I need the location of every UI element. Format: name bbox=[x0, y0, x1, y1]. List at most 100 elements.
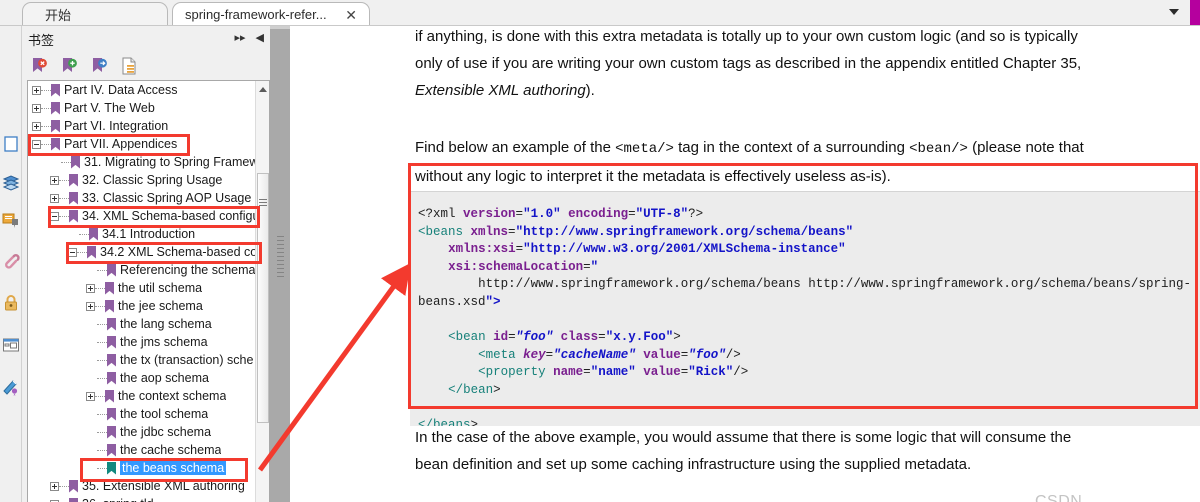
tree-connector bbox=[59, 197, 69, 199]
comment-icon[interactable] bbox=[2, 212, 20, 230]
expand-node-icon[interactable] bbox=[32, 103, 41, 113]
expand-node-icon[interactable] bbox=[50, 175, 59, 185]
close-icon[interactable]: ✕ bbox=[345, 8, 357, 22]
paragraph-bottom-line-2: bean definition and set up some caching … bbox=[415, 456, 972, 473]
expand-node-icon[interactable] bbox=[50, 481, 59, 491]
bookmark-item[interactable]: the aop schema bbox=[28, 369, 256, 387]
paragraph-top-line-3: Extensible XML authoring). bbox=[415, 77, 1200, 104]
bookmark-item[interactable]: the tx (transaction) sche bbox=[28, 351, 256, 369]
tree-connector bbox=[41, 89, 51, 91]
expand-node-icon[interactable] bbox=[32, 85, 41, 95]
paragraph-top-line-1: if anything, is done with this extra met… bbox=[415, 28, 1078, 45]
bookmark-item[interactable]: 33. Classic Spring AOP Usage bbox=[28, 189, 256, 207]
bookmark-item[interactable]: the tool schema bbox=[28, 405, 256, 423]
expand-node-icon[interactable] bbox=[86, 301, 95, 311]
bookmark-item[interactable]: 34.1 Introduction bbox=[28, 225, 256, 243]
bookmark-icon bbox=[51, 83, 60, 97]
bookmark-label: 34.1 Introduction bbox=[102, 227, 196, 241]
bookmark-label: the util schema bbox=[118, 281, 203, 295]
collapse-node-icon[interactable] bbox=[50, 211, 59, 221]
paragraph-top-italic: Extensible XML authoring bbox=[415, 82, 586, 99]
tree-connector bbox=[97, 359, 107, 361]
bookmark-item[interactable]: 31. Migrating to Spring Framew bbox=[28, 153, 256, 171]
delete-bookmark-icon[interactable] bbox=[30, 57, 48, 75]
bookmark-icon bbox=[107, 425, 116, 439]
expand-node-icon[interactable] bbox=[32, 121, 41, 131]
collapse-node-icon[interactable] bbox=[68, 247, 77, 257]
tree-connector bbox=[61, 161, 71, 163]
bookmark-icon bbox=[69, 497, 78, 502]
bookmark-icon bbox=[107, 317, 116, 331]
bookmarks-tree-scrollbar[interactable] bbox=[255, 81, 269, 502]
goto-bookmark-icon[interactable] bbox=[90, 57, 108, 75]
bookmark-item[interactable]: 34.2 XML Schema-based co bbox=[28, 243, 256, 261]
bookmark-label: Part VI. Integration bbox=[64, 119, 169, 133]
pm-code-bean: <bean/> bbox=[909, 141, 968, 157]
bookmark-item[interactable]: the cache schema bbox=[28, 441, 256, 459]
expand-node-icon[interactable] bbox=[86, 283, 95, 293]
bookmark-item[interactable]: Part VII. Appendices bbox=[28, 135, 256, 153]
panel-divider-scrollbar[interactable] bbox=[270, 26, 290, 502]
bookmark-properties-icon[interactable] bbox=[120, 57, 138, 75]
bookmark-icon bbox=[107, 353, 116, 367]
bookmark-item[interactable]: 32. Classic Spring Usage bbox=[28, 171, 256, 189]
bookmark-item[interactable]: the context schema bbox=[28, 387, 256, 405]
tree-connector bbox=[79, 233, 89, 235]
bookmark-item[interactable]: 36. spring.tld bbox=[28, 495, 256, 502]
expand-node-icon[interactable] bbox=[86, 391, 95, 401]
scroll-up-button[interactable] bbox=[256, 81, 269, 97]
expand-all-icon[interactable]: ▸▸ bbox=[234, 31, 245, 44]
paragraph-bottom: In the case of the above example, you wo… bbox=[415, 424, 1200, 478]
bookmark-label: Part V. The Web bbox=[64, 101, 155, 115]
chevron-down-icon[interactable] bbox=[1166, 4, 1182, 20]
bookmark-item[interactable]: Referencing the schemas bbox=[28, 261, 256, 279]
page-thumbnail-icon[interactable] bbox=[2, 136, 20, 154]
bookmark-item[interactable]: 35. Extensible XML authoring bbox=[28, 477, 256, 495]
bookmark-icon bbox=[107, 461, 116, 475]
splitter-grip-icon[interactable] bbox=[277, 236, 284, 280]
scrollbar-grip-icon bbox=[259, 199, 267, 206]
bookmark-item[interactable]: the jee schema bbox=[28, 297, 256, 315]
bookmarks-panel-header: 书签 ▸▸ ◀ bbox=[22, 26, 270, 52]
add-bookmark-icon[interactable] bbox=[60, 57, 78, 75]
lock-icon[interactable] bbox=[2, 294, 20, 312]
layers-icon[interactable] bbox=[2, 174, 20, 192]
paragraph-top: if anything, is done with this extra met… bbox=[415, 26, 1200, 104]
bookmark-icon bbox=[69, 209, 78, 223]
scrollbar-thumb[interactable] bbox=[257, 173, 269, 423]
bookmark-label: the jms schema bbox=[120, 335, 208, 349]
form-fields-icon[interactable] bbox=[2, 336, 20, 354]
bookmark-label: Referencing the schemas bbox=[120, 263, 256, 277]
bookmark-item[interactable]: the jms schema bbox=[28, 333, 256, 351]
bookmark-icon bbox=[107, 407, 116, 421]
tab-spring-framework-reference[interactable]: spring-framework-refer... ✕ bbox=[172, 2, 370, 26]
expand-node-icon[interactable] bbox=[50, 193, 59, 203]
tab-start[interactable]: 开始 bbox=[22, 2, 168, 26]
bookmark-item[interactable]: Part V. The Web bbox=[28, 99, 256, 117]
bookmarks-toolbar bbox=[22, 52, 270, 80]
tree-connector bbox=[77, 251, 87, 253]
xml-code-block: <?xml version="1.0" encoding="UTF-8"?> <… bbox=[410, 191, 1200, 426]
signature-icon[interactable] bbox=[2, 378, 20, 396]
bookmark-item[interactable]: the lang schema bbox=[28, 315, 256, 333]
collapse-panel-icon[interactable]: ◀ bbox=[256, 31, 264, 44]
bookmark-item[interactable]: the jdbc schema bbox=[28, 423, 256, 441]
attachment-icon[interactable] bbox=[2, 252, 20, 270]
bookmark-item[interactable]: the beans schema bbox=[28, 459, 256, 477]
pm-code-meta: <meta/> bbox=[615, 141, 674, 157]
tree-connector bbox=[97, 467, 107, 469]
bookmark-item[interactable]: Part VI. Integration bbox=[28, 117, 256, 135]
bookmark-item[interactable]: 34. XML Schema-based configu bbox=[28, 207, 256, 225]
bookmark-icon bbox=[107, 335, 116, 349]
tree-connector bbox=[97, 449, 107, 451]
document-page: if anything, is done with this extra met… bbox=[290, 26, 1200, 502]
tree-connector bbox=[95, 305, 105, 307]
bookmark-icon bbox=[51, 137, 60, 151]
bookmark-label: the aop schema bbox=[120, 371, 209, 385]
bookmarks-tree[interactable]: Part IV. Data Access Part V. The Web Part … bbox=[28, 81, 256, 502]
bookmark-item[interactable]: the util schema bbox=[28, 279, 256, 297]
bookmark-label: 36. spring.tld bbox=[82, 497, 154, 502]
collapse-node-icon[interactable] bbox=[32, 139, 41, 149]
bookmark-item[interactable]: Part IV. Data Access bbox=[28, 81, 256, 99]
bookmark-label: the tool schema bbox=[120, 407, 209, 421]
